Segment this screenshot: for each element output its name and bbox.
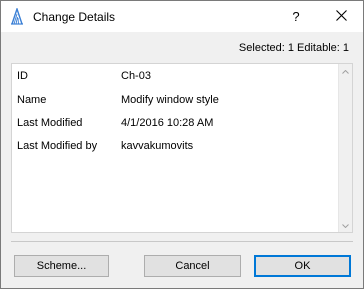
detail-label: Last Modified: [17, 117, 83, 129]
chevron-up-icon: [342, 65, 349, 77]
detail-label: ID: [17, 70, 28, 82]
scheme-button[interactable]: Scheme...: [14, 255, 109, 277]
detail-value: Modify window style: [121, 94, 219, 106]
vertical-scrollbar[interactable]: [338, 64, 352, 232]
details-panel: ID Ch-03 Name Modify window style Last M…: [11, 63, 353, 233]
archicad-icon: [10, 6, 24, 25]
detail-value: 4/1/2016 10:28 AM: [121, 117, 214, 129]
detail-row-last-modified-by: Last Modified by kavvakumovits: [12, 140, 332, 156]
ok-button[interactable]: OK: [254, 255, 351, 277]
help-button[interactable]: ?: [281, 1, 311, 32]
detail-row-id: ID Ch-03: [12, 70, 332, 86]
detail-row-last-modified: Last Modified 4/1/2016 10:28 AM: [12, 117, 332, 133]
window-title: Change Details: [33, 10, 116, 24]
cancel-button[interactable]: Cancel: [144, 255, 241, 277]
detail-row-name: Name Modify window style: [12, 94, 332, 110]
divider: [11, 241, 353, 242]
scroll-up-button[interactable]: [339, 64, 352, 78]
detail-label: Name: [17, 94, 47, 106]
close-button[interactable]: [319, 1, 363, 32]
close-icon: [335, 9, 347, 24]
change-details-dialog: Change Details ? Selected: 1 Editable: 1…: [0, 0, 364, 289]
detail-label: Last Modified by: [17, 140, 98, 152]
detail-value: kavvakumovits: [121, 140, 194, 152]
detail-value: Ch-03: [121, 70, 151, 82]
title-bar: Change Details ?: [1, 1, 363, 32]
selection-status: Selected: 1 Editable: 1: [238, 42, 349, 54]
scroll-down-button[interactable]: [339, 218, 352, 232]
chevron-down-icon: [342, 219, 349, 231]
